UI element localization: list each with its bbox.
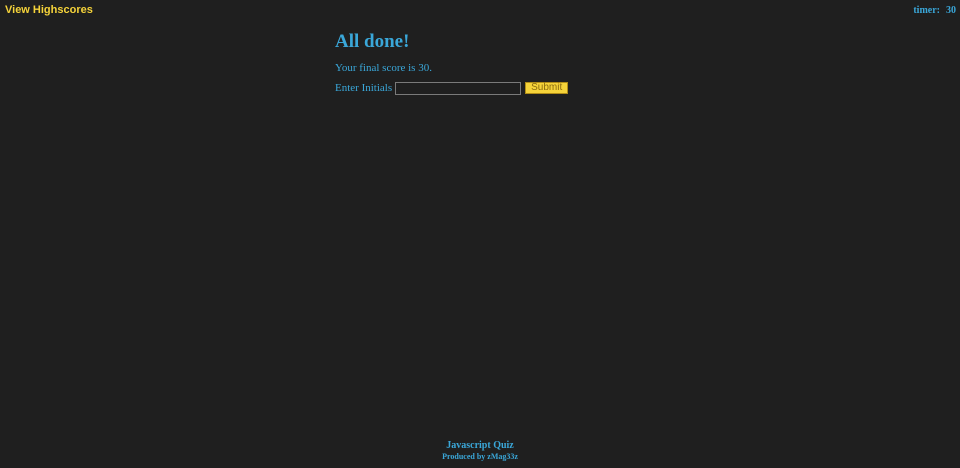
final-score-text: Your final score is 30.	[335, 61, 735, 75]
final-score-prefix: Your final score is	[335, 62, 419, 74]
page-title: All done!	[335, 31, 410, 52]
final-score-value: 30	[418, 62, 430, 74]
results-panel: All done! Your final score is 30. Enter …	[335, 31, 735, 95]
initials-form: Enter Initials Submit	[335, 81, 735, 95]
timer-value: 30	[946, 5, 956, 16]
submit-button[interactable]: Submit	[525, 82, 569, 94]
footer-title: Javascript Quiz	[446, 440, 514, 451]
initials-label: Enter Initials	[335, 82, 393, 94]
initials-input[interactable]	[395, 81, 522, 95]
top-bar: View Highscores timer: 30	[0, 0, 960, 20]
view-highscores-link[interactable]: View Highscores	[5, 4, 93, 16]
footer-credit: Produced by zMag33z	[442, 452, 518, 461]
footer: Javascript Quiz Produced by zMag33z	[0, 440, 960, 462]
final-score-suffix: .	[429, 62, 432, 74]
timer: timer: 30	[913, 5, 956, 16]
timer-label: timer:	[913, 5, 940, 16]
